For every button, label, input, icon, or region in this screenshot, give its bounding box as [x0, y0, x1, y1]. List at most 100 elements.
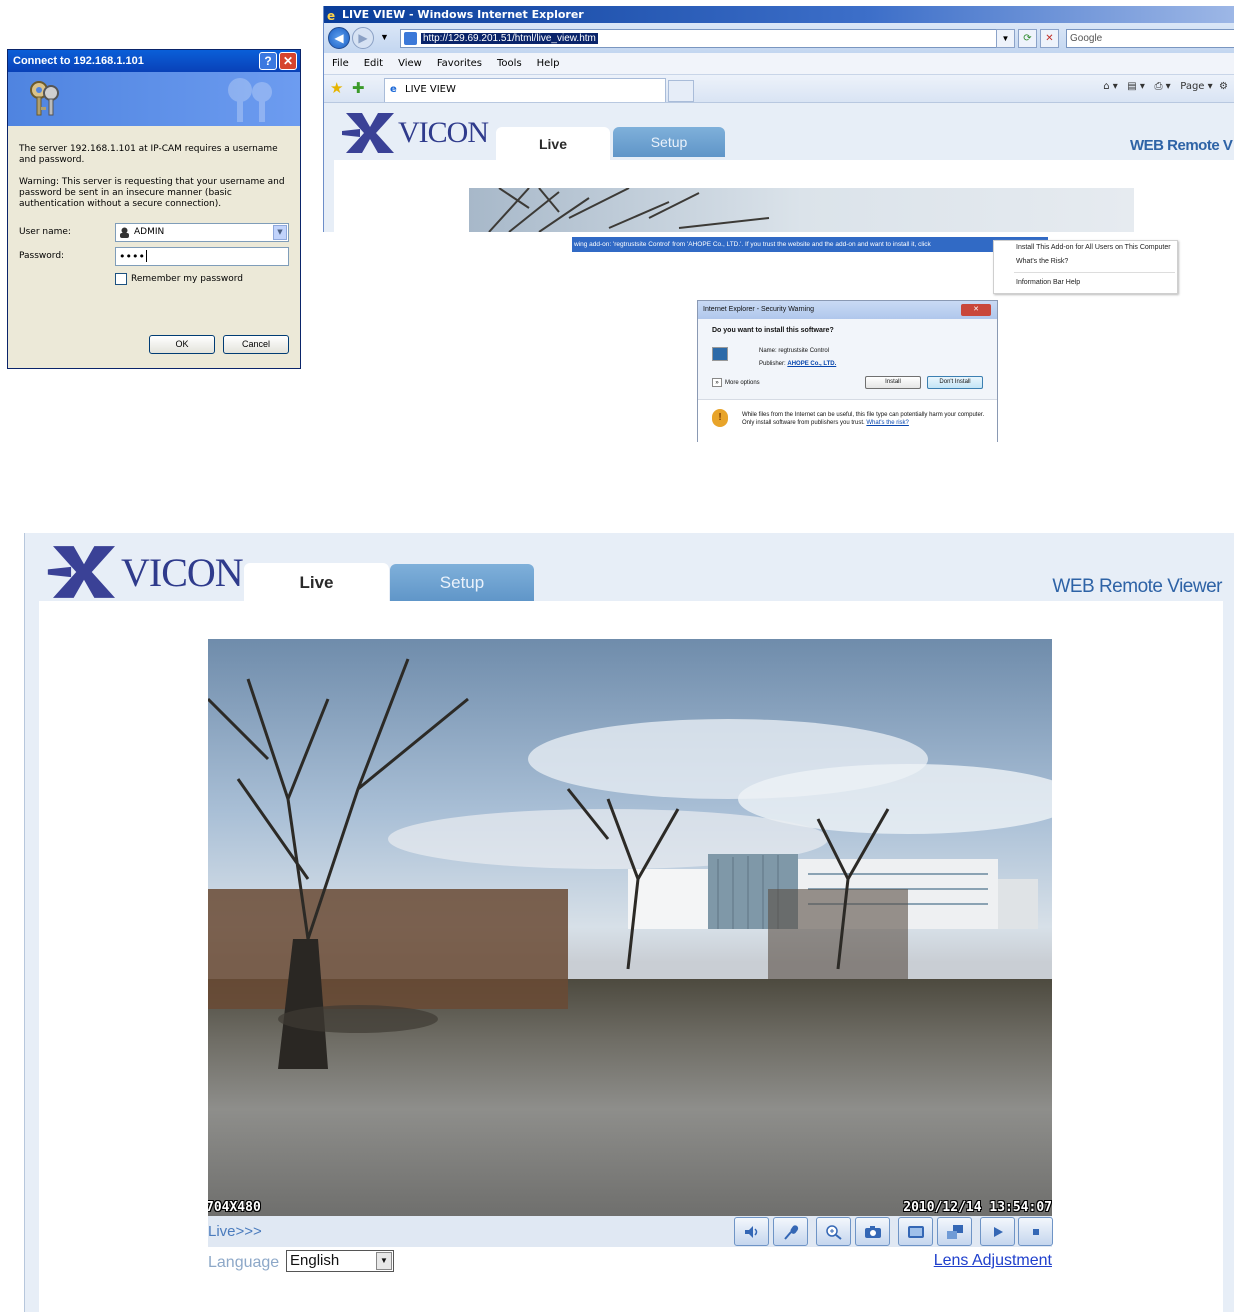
zoom-icon: [826, 1225, 842, 1240]
information-bar[interactable]: wing add-on: 'regtrustsite Control' from…: [572, 237, 1048, 252]
menu-bar: File Edit View Favorites Tools Help: [324, 53, 1234, 75]
home-icon[interactable]: ⌂ ▾: [1103, 81, 1118, 92]
vicon-star-icon: [47, 546, 115, 598]
password-field[interactable]: ••••: [115, 246, 289, 266]
browser-title: LIVE VIEW - Windows Internet Explorer: [342, 8, 584, 21]
cancel-button[interactable]: Cancel: [223, 335, 289, 354]
video-control-bar: Live>>>: [208, 1216, 1053, 1247]
language-row: Language English ▼ Lens Adjustment: [208, 1249, 1052, 1277]
resolution-osd: 704X480: [208, 1200, 261, 1215]
back-button[interactable]: ◀: [328, 27, 350, 49]
menu-help[interactable]: Help: [537, 58, 560, 69]
lens-adjustment-link[interactable]: Lens Adjustment: [934, 1252, 1052, 1270]
ok-button[interactable]: OK: [149, 335, 215, 354]
print-icon[interactable]: ⎙ ▾: [1155, 81, 1171, 92]
live-status-label: Live>>>: [208, 1223, 262, 1240]
app-title: WEB Remote V: [1130, 137, 1233, 154]
tab-live[interactable]: Live: [496, 127, 610, 161]
language-select[interactable]: English ▼: [286, 1250, 394, 1272]
tab-setup[interactable]: Setup: [390, 564, 534, 602]
page-icon: [404, 32, 417, 45]
remember-checkbox[interactable]: [115, 273, 127, 285]
menu-edit[interactable]: Edit: [364, 58, 383, 69]
new-tab-button[interactable]: [668, 80, 694, 102]
add-favorite-icon[interactable]: ✚: [352, 79, 365, 97]
password-value: ••••: [119, 249, 145, 263]
tab-setup[interactable]: Setup: [613, 127, 725, 157]
dialog-title: Connect to 192.168.1.101: [13, 55, 144, 67]
menu-view[interactable]: View: [398, 58, 422, 69]
browser-window: e LIVE VIEW - Windows Internet Explorer …: [323, 6, 1234, 232]
menu-file[interactable]: File: [332, 58, 349, 69]
page-menu[interactable]: Page ▾: [1180, 81, 1212, 92]
feeds-icon[interactable]: ▤ ▾: [1127, 81, 1145, 92]
digital-zoom-button[interactable]: [816, 1217, 851, 1246]
stop-icon: [1033, 1229, 1039, 1235]
dont-install-button[interactable]: Don't Install: [927, 376, 983, 389]
keys-watermark-icon: [228, 78, 272, 122]
forward-button[interactable]: ▶: [352, 27, 374, 49]
tab-live[interactable]: Live: [244, 563, 389, 603]
favorites-star-icon[interactable]: ★: [330, 79, 343, 97]
language-label: Language: [208, 1254, 280, 1271]
fullscreen-button[interactable]: [898, 1217, 933, 1246]
snapshot-button[interactable]: [855, 1217, 890, 1246]
whats-the-risk-link[interactable]: What's the risk?: [866, 420, 909, 426]
security-footer-text: While files from the Internet can be use…: [742, 411, 992, 427]
dialog-warning: Warning: This server is requesting that …: [19, 177, 285, 209]
help-button[interactable]: ?: [259, 52, 277, 70]
software-icon: [712, 347, 728, 361]
browser-titlebar: e LIVE VIEW - Windows Internet Explorer: [324, 6, 1234, 23]
stop-button[interactable]: [1018, 1217, 1053, 1246]
video-stream[interactable]: 704X480 2010/12/14 13:54:07: [208, 639, 1052, 1216]
microphone-button[interactable]: [773, 1217, 808, 1246]
login-dialog: Connect to 192.168.1.101 ? ✕ The server …: [7, 49, 301, 369]
pip-button[interactable]: [937, 1217, 972, 1246]
password-label: Password:: [19, 251, 65, 261]
camera-icon: [865, 1226, 881, 1238]
name-label: Name:: [759, 348, 777, 354]
dialog-message: The server 192.168.1.101 at IP-CAM requi…: [19, 144, 278, 165]
speaker-button[interactable]: [734, 1217, 769, 1246]
security-close-button[interactable]: ✕: [961, 304, 991, 316]
video-preview: [469, 188, 1134, 232]
chevron-down-icon[interactable]: ▼: [376, 1252, 392, 1270]
menu-whats-the-risk[interactable]: What's the Risk?: [994, 255, 1177, 269]
address-bar: ◀ ▶ ▼ http://129.69.201.51/html/live_vie…: [324, 23, 1234, 53]
picture-in-picture-icon: [947, 1225, 963, 1239]
microphone-icon: [784, 1225, 799, 1240]
search-input[interactable]: Google: [1066, 29, 1234, 48]
vicon-logo-text: VICON: [121, 549, 244, 595]
history-dropdown-icon[interactable]: ▼: [380, 32, 389, 42]
menu-install-addon[interactable]: Install This Add-on for All Users on Thi…: [994, 241, 1177, 255]
security-warning-dialog: Internet Explorer - Security Warning ✕ D…: [697, 300, 998, 442]
refresh-button[interactable]: ⟳: [1018, 29, 1037, 48]
install-button[interactable]: Install: [865, 376, 921, 389]
live-view-page: VICON Live Setup WEB Remote Viewer 704X4…: [24, 533, 1234, 1312]
publisher-label: Publisher:: [759, 361, 786, 367]
command-bar: ⌂ ▾ ▤ ▾ ⎙ ▾ Page ▾ ⚙: [1103, 81, 1228, 92]
menu-tools[interactable]: Tools: [497, 58, 522, 69]
menu-favorites[interactable]: Favorites: [437, 58, 482, 69]
remember-label: Remember my password: [131, 274, 243, 284]
username-dropdown-button[interactable]: ▼: [273, 224, 287, 240]
user-icon: [120, 227, 129, 238]
speaker-icon: [745, 1226, 758, 1238]
software-details: Name: regtrustsite Control Publisher: AH…: [759, 345, 836, 371]
favorites-bar: ★ ✚ e LIVE VIEW ⌂ ▾ ▤ ▾ ⎙ ▾ Page ▾ ⚙: [324, 75, 1234, 103]
username-field[interactable]: ADMIN ▼: [115, 222, 289, 242]
play-button[interactable]: [980, 1217, 1015, 1246]
stop-loading-button[interactable]: ✕: [1040, 29, 1059, 48]
browser-tab[interactable]: e LIVE VIEW: [384, 78, 666, 102]
expand-icon: »: [712, 378, 722, 387]
publisher-link[interactable]: AHOPE Co., LTD.: [787, 361, 836, 367]
tools-gear-icon[interactable]: ⚙: [1219, 81, 1228, 92]
security-warning-titlebar: Internet Explorer - Security Warning ✕: [698, 301, 997, 319]
menu-information-bar-help[interactable]: Information Bar Help: [994, 276, 1177, 290]
more-options-toggle[interactable]: » More options: [712, 378, 760, 387]
url-field[interactable]: http://129.69.201.51/html/live_view.htm: [400, 29, 1010, 48]
tab-ie-icon: e: [390, 84, 397, 95]
timestamp-osd: 2010/12/14 13:54:07: [903, 1200, 1052, 1215]
close-button[interactable]: ✕: [279, 52, 297, 70]
url-dropdown-button[interactable]: ▼: [996, 29, 1015, 48]
